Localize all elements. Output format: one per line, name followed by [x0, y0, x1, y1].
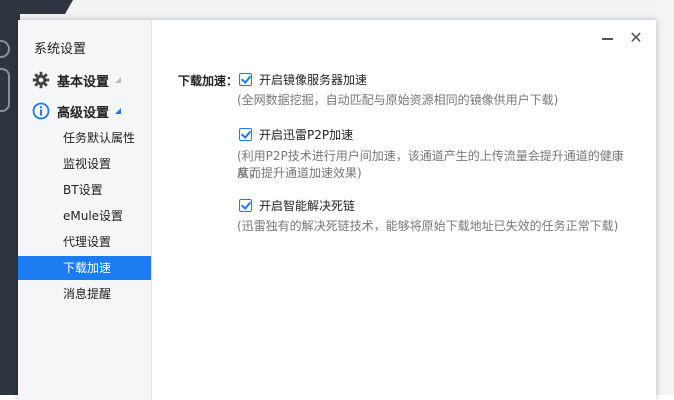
sidebar-title: 系统设置	[34, 42, 87, 57]
background-strip	[0, 0, 674, 22]
mirror-acceleration-checkbox[interactable]	[239, 73, 252, 86]
sidebar-item-proxy[interactable]: 代理设置	[18, 230, 151, 254]
sidebar-group-label: 基本设置	[57, 74, 110, 90]
p2p-acceleration-checkbox[interactable]	[239, 128, 252, 141]
option-description: (迅雷独有的解决死链技术，能够将原始下载地址已失效的任务正常下载)	[237, 219, 619, 233]
option-mirror-acceleration[interactable]: 开启镜像服务器加速	[239, 71, 367, 88]
background-edge	[656, 0, 674, 395]
background-app-icon	[0, 40, 10, 58]
option-description: 从而提升通道加速效果)	[237, 166, 362, 180]
option-smart-deadlink[interactable]: 开启智能解决死链	[239, 197, 355, 214]
sidebar-group-basic[interactable]: 基本设置	[32, 70, 122, 90]
option-description: (全网数据挖掘，自动匹配与原始资源相同的镜像供用户下载)	[237, 93, 559, 107]
gear-icon	[32, 71, 50, 89]
smart-deadlink-checkbox[interactable]	[239, 199, 252, 212]
sidebar-group-advanced[interactable]: 高级设置	[32, 101, 122, 121]
minimize-icon[interactable]	[602, 38, 613, 40]
sidebar-item-notifications[interactable]: 消息提醒	[18, 282, 151, 306]
info-icon	[32, 102, 50, 120]
option-label: 开启镜像服务器加速	[259, 73, 368, 87]
settings-sidebar: 系统设置 基本设置 高级设置 任务默认属性 监视设置 BT设置 eMule设置 …	[18, 20, 152, 400]
sidebar-item-monitor[interactable]: 监视设置	[18, 152, 151, 176]
option-p2p-acceleration[interactable]: 开启迅雷P2P加速	[239, 126, 353, 143]
app-background-panel	[0, 0, 20, 395]
option-label: 开启迅雷P2P加速	[259, 128, 354, 142]
sidebar-item-download-acceleration[interactable]: 下载加速	[18, 256, 151, 280]
expand-arrow-icon	[115, 77, 122, 83]
sidebar-item-bt[interactable]: BT设置	[18, 178, 151, 202]
sidebar-item-emule[interactable]: eMule设置	[18, 204, 151, 228]
option-label: 开启智能解决死链	[259, 199, 356, 213]
collapse-arrow-icon	[115, 108, 122, 114]
sidebar-group-label: 高级设置	[57, 105, 110, 121]
sidebar-item-task-defaults[interactable]: 任务默认属性	[18, 126, 151, 150]
settings-dialog: 系统设置 基本设置 高级设置 任务默认属性 监视设置 BT设置 eMule设置 …	[18, 20, 656, 400]
close-icon[interactable]: ✕	[628, 30, 644, 46]
section-label: 下载加速：	[178, 74, 239, 88]
background-app-icon	[0, 68, 10, 112]
app-background-tab	[20, 0, 73, 14]
